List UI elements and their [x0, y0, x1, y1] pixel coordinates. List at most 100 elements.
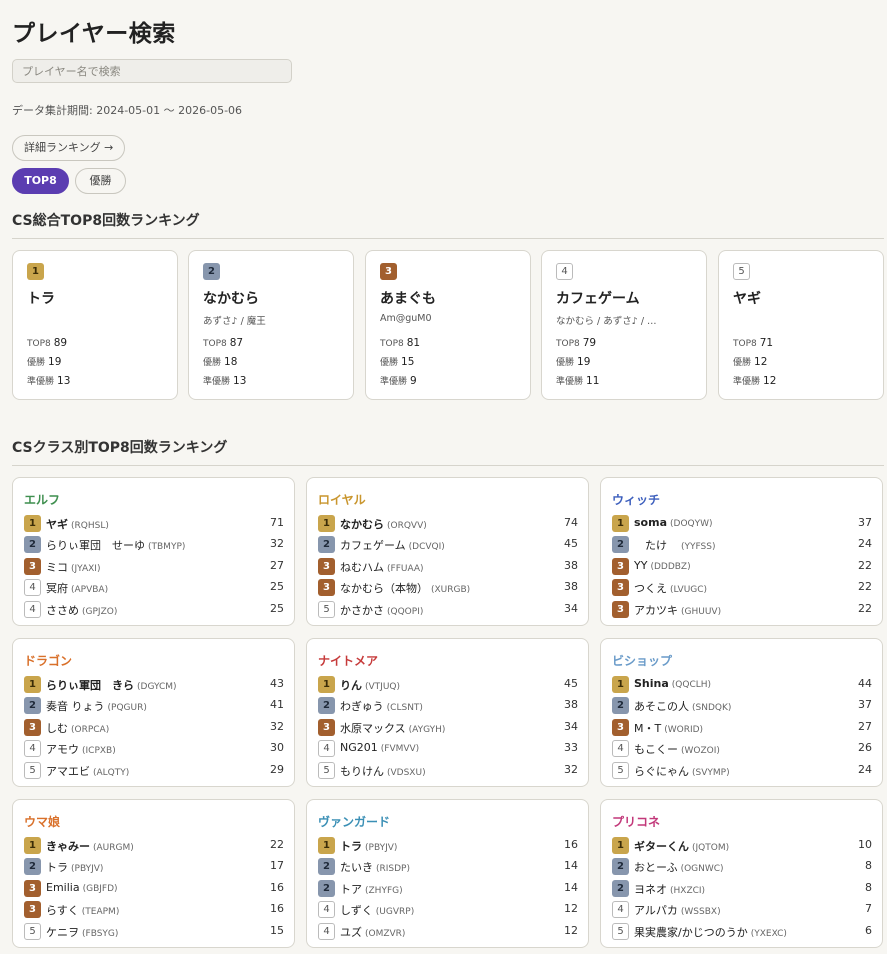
player-name-wrap: 奏音 りょう (PQGUR) — [46, 698, 147, 714]
top8-count: 17 — [270, 859, 284, 872]
ranking-row[interactable]: 1 ギターくん (JQTOM) 10 — [612, 837, 872, 854]
ranking-row[interactable]: 2 奏音 りょう (PQGUR) 41 — [24, 697, 284, 714]
ranking-row[interactable]: 4 アルパカ (WSSBX) 7 — [612, 901, 872, 918]
ranking-row[interactable]: 2 わぎゅう (CLSNT) 38 — [318, 697, 578, 714]
ranking-row[interactable]: 3 アカツキ (GHUUV) 22 — [612, 601, 872, 618]
rank-badge: 1 — [24, 676, 41, 693]
player-name: らすく — [46, 904, 79, 917]
ranking-row[interactable]: 3 水原マックス (AYGYH) 34 — [318, 719, 578, 736]
ranking-row[interactable]: 2 トア (ZHYFG) 14 — [318, 880, 578, 897]
ranking-row[interactable]: 4 もこくー (WOZOI) 26 — [612, 740, 872, 757]
ranking-row[interactable]: 1 りん (VTJUQ) 45 — [318, 676, 578, 693]
search-input[interactable] — [12, 59, 292, 83]
ranking-row[interactable]: 2 トラ (PBYJV) 17 — [24, 858, 284, 875]
ranking-row[interactable]: 3 ねむハム (FFUAA) 38 — [318, 558, 578, 575]
ranking-row[interactable]: 4 NG201 (FVMVV) 33 — [318, 740, 578, 757]
rank-badge: 3 — [612, 558, 629, 575]
ranking-row[interactable]: 5 もりけん (VDSXU) 32 — [318, 762, 578, 779]
player-name: ミコ — [46, 561, 68, 574]
player-name: アルパカ — [634, 904, 678, 917]
ranking-row[interactable]: 1 トラ (PBYJV) 16 — [318, 837, 578, 854]
player-name-wrap: ねむハム (FFUAA) — [340, 559, 424, 575]
player-name-wrap: らりぃ軍団 せーゆ (TBMYP) — [46, 537, 185, 553]
ranking-row[interactable]: 4 しずく (UGVRP) 12 — [318, 901, 578, 918]
class-card: エルフ 1 ヤギ (RQHSL) 71 2 らりぃ軍団 せーゆ (TBMYP) 32 3 ミコ (JY… — [12, 477, 295, 626]
ranking-row[interactable]: 5 らぐにゃん (SVYMP) 24 — [612, 762, 872, 779]
rank-badge: 5 — [318, 601, 335, 618]
player-name-wrap: たいき (RISDP) — [340, 859, 410, 875]
ranking-row[interactable]: 2 ヨネオ (HXZCI) 8 — [612, 880, 872, 897]
class-name: ドラゴン — [24, 654, 73, 668]
ranking-row[interactable]: 5 アマエビ (ALQTY) 29 — [24, 762, 284, 779]
ranking-row[interactable]: 2 おとーふ (OGNWC) 8 — [612, 858, 872, 875]
ranking-row[interactable]: 3 らすく (TEAPM) 16 — [24, 901, 284, 918]
ranking-row[interactable]: 1 Shina (QQCLH) 44 — [612, 676, 872, 693]
ranking-row[interactable]: 1 ヤギ (RQHSL) 71 — [24, 515, 284, 532]
ranking-row[interactable]: 2 たけ (YYFSS) 24 — [612, 536, 872, 553]
ranking-row[interactable]: 3 しむ (ORPCA) 32 — [24, 719, 284, 736]
player-name-wrap: わぎゅう (CLSNT) — [340, 698, 423, 714]
ranking-row[interactable]: 4 冥府 (APVBA) 25 — [24, 579, 284, 596]
player-name-wrap: ユズ (OMZVR) — [340, 924, 405, 940]
player-name-wrap: しずく (UGVRP) — [340, 902, 414, 918]
stat-runner-up: 準優勝 13 — [27, 375, 71, 387]
rank-badge: 3 — [612, 601, 629, 618]
player-name: トア — [340, 883, 362, 896]
player-id: (UGVRP) — [375, 907, 415, 917]
rank-badge: 1 — [24, 837, 41, 854]
ranking-row[interactable]: 1 soma (DOQYW) 37 — [612, 515, 872, 532]
player-name: ギターくん — [634, 840, 689, 853]
player-name-wrap: ミコ (JYAXI) — [46, 559, 100, 575]
player-name-wrap: 水原マックス (AYGYH) — [340, 720, 445, 736]
ranking-row[interactable]: 2 らりぃ軍団 せーゆ (TBMYP) 32 — [24, 536, 284, 553]
ranking-row[interactable]: 2 たいき (RISDP) 14 — [318, 858, 578, 875]
player-name: トラ — [46, 861, 68, 874]
ranking-row[interactable]: 5 ケニヲ (FBSYG) 15 — [24, 923, 284, 940]
class-card: プリコネ 1 ギターくん (JQTOM) 10 2 おとーふ (OGNWC) 8 2 ヨネオ (HXZ… — [600, 799, 883, 948]
player-id: (VDSXU) — [387, 768, 426, 778]
stat-win: 優勝 18 — [203, 356, 238, 368]
rank-badge: 5 — [24, 923, 41, 940]
player-name-wrap: らりぃ軍団 きら (DGYCM) — [46, 677, 177, 693]
ranking-row[interactable]: 5 かさかさ (QQOPI) 34 — [318, 601, 578, 618]
player-name: ユズ — [340, 926, 362, 939]
ranking-row[interactable]: 1 なかむら (ORQVV) 74 — [318, 515, 578, 532]
player-name: soma — [634, 516, 667, 529]
overall-card[interactable]: 2 なかむら あずさ♪ / 魔王 TOP8 87 優勝 18 準優勝 13 — [188, 250, 354, 400]
overall-card[interactable]: 4 カフェゲーム なかむら / あずさ♪ / … TOP8 79 優勝 19 準優勝… — [541, 250, 707, 400]
player-name: M・T — [634, 722, 662, 735]
ranking-row[interactable]: 2 カフェゲーム (DCVQI) 45 — [318, 536, 578, 553]
player-name-wrap: アルパカ (WSSBX) — [634, 902, 721, 918]
ranking-row[interactable]: 3 YY (DDDBZ) 22 — [612, 558, 872, 575]
top8-count: 16 — [270, 902, 284, 915]
player-name: なかむら — [203, 291, 259, 307]
ranking-row[interactable]: 1 らりぃ軍団 きら (DGYCM) 43 — [24, 676, 284, 693]
player-name: ねむハム — [340, 561, 384, 574]
top8-count: 6 — [865, 924, 872, 937]
ranking-row[interactable]: 4 アモウ (ICPXB) 30 — [24, 740, 284, 757]
player-id: (AYGYH) — [408, 725, 446, 735]
ranking-row[interactable]: 3 つくえ (LVUGC) 22 — [612, 579, 872, 596]
overall-card[interactable]: 1 トラ TOP8 89 優勝 19 準優勝 13 — [12, 250, 178, 400]
player-name-wrap: アマエビ (ALQTY) — [46, 763, 129, 779]
ranking-row[interactable]: 2 あそこの人 (SNDQK) 37 — [612, 697, 872, 714]
detail-ranking-button[interactable]: 詳細ランキング → — [12, 135, 126, 161]
class-name: ナイトメア — [318, 654, 379, 668]
ranking-row[interactable]: 5 果実農家/かじつのうか (YXEXC) 6 — [612, 923, 872, 940]
top8-count: 41 — [270, 698, 284, 711]
player-name-wrap: トラ (PBYJV) — [46, 859, 103, 875]
ranking-row[interactable]: 3 Emilia (GBJFD) 16 — [24, 880, 284, 897]
player-name-wrap: らすく (TEAPM) — [46, 902, 119, 918]
ranking-row[interactable]: 1 きゃみー (AURGM) 22 — [24, 837, 284, 854]
overall-card[interactable]: 3 あまぐも Am@guM0 TOP8 81 優勝 15 準優勝 9 — [365, 250, 531, 400]
player-id: (JQTOM) — [692, 843, 730, 853]
top8-count: 22 — [858, 602, 872, 615]
ranking-row[interactable]: 3 なかむら（本物） (XURGB) 38 — [318, 579, 578, 596]
tab-top8[interactable]: TOP8 — [12, 168, 69, 194]
ranking-row[interactable]: 3 ミコ (JYAXI) 27 — [24, 558, 284, 575]
overall-card[interactable]: 5 ヤギ TOP8 71 優勝 12 準優勝 12 — [718, 250, 884, 400]
ranking-row[interactable]: 3 M・T (WORID) 27 — [612, 719, 872, 736]
ranking-row[interactable]: 4 ユズ (OMZVR) 12 — [318, 923, 578, 940]
ranking-row[interactable]: 4 ささめ (GPJZO) 25 — [24, 601, 284, 618]
tab-win[interactable]: 優勝 — [75, 168, 126, 194]
